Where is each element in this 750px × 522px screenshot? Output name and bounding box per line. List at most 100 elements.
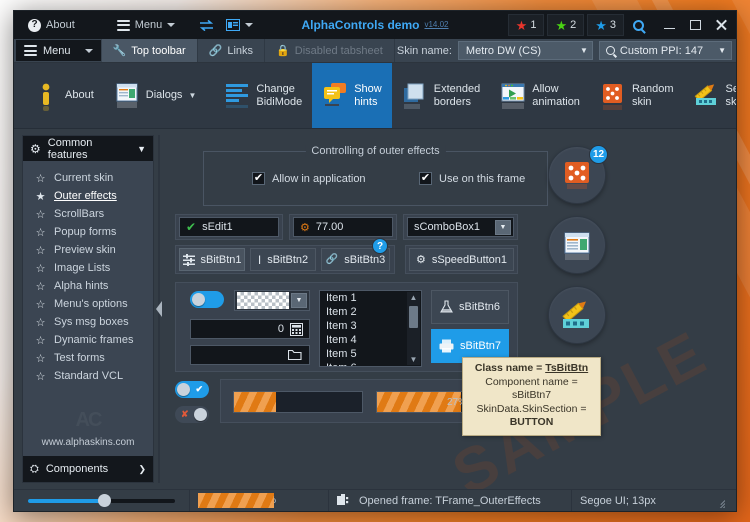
zoom-slider[interactable]	[28, 494, 175, 507]
ribbon-item-dialogs[interactable]: Dialogs ▼	[104, 63, 207, 128]
ribbon-item-select-skin[interactable]: Select skin	[684, 63, 736, 128]
chevron-down-icon: ▼	[580, 46, 588, 55]
titlebar-menu-button[interactable]: Menu	[109, 14, 184, 36]
list-item[interactable]: Item 3	[320, 319, 421, 333]
arrow-down-icon[interactable]: ▼	[410, 354, 418, 365]
star-button-red[interactable]: ★ 1	[507, 14, 545, 36]
color-combo[interactable]: ▼	[234, 290, 310, 311]
text-cursor-icon: I	[257, 252, 262, 267]
path-edit[interactable]	[190, 345, 310, 365]
folder-open-icon[interactable]	[288, 349, 303, 361]
custom-ppi-combo[interactable]: Custom PPI: 147 ▼	[598, 41, 732, 60]
sedit1-input[interactable]: ✔ sEdit1	[179, 217, 279, 237]
scrollbar-thumb[interactable]	[409, 306, 418, 328]
sidebar-item-dynamic-frames[interactable]: ☆ Dynamic frames	[23, 331, 153, 349]
checkbox-use-frame-label: Use on this frame	[439, 172, 526, 185]
sidebar-item-popup-forms[interactable]: ☆ Popup forms	[23, 223, 153, 241]
dialog-window-icon	[114, 82, 140, 110]
star-filled-icon: ★	[35, 190, 46, 203]
spin1-input[interactable]: ⚙ 77.00	[293, 217, 393, 237]
sidebar-item-alpha-hints[interactable]: ☆ Alpha hints	[23, 277, 153, 295]
maximize-button[interactable]	[682, 13, 708, 37]
chevron-down-icon[interactable]: ▼	[495, 219, 511, 235]
sidebar-item-image-lists[interactable]: ☆ Image Lists	[23, 259, 153, 277]
star-icon: ★	[515, 17, 528, 33]
tab-top-toolbar[interactable]: 🔧 Top toolbar	[101, 39, 198, 62]
circle-button-select-skin[interactable]	[548, 286, 606, 344]
number-edit[interactable]: 0	[190, 319, 310, 339]
toggle-knob	[192, 293, 205, 306]
custom-ppi-value: Custom PPI: 147	[619, 44, 704, 57]
hamburger-icon	[116, 19, 130, 31]
scombobox1[interactable]: sComboBox1 ▼	[407, 217, 514, 237]
checkbox-allow-in-application[interactable]: ✔ Allow in application	[252, 172, 366, 185]
sidebar-item-outer-effects[interactable]: ★ Outer effects	[23, 187, 153, 205]
app-title-text: AlphaControls demo	[301, 18, 420, 32]
slider-fill	[28, 498, 105, 503]
close-button[interactable]	[708, 13, 734, 37]
slider-handle[interactable]	[97, 494, 111, 507]
main-menu-button[interactable]: Menu	[16, 40, 101, 61]
tab-links[interactable]: 🔗 Links	[198, 39, 266, 62]
star-outline-icon: ☆	[35, 262, 46, 275]
calculator-icon[interactable]	[290, 322, 303, 336]
close-icon	[715, 19, 727, 31]
sidebar-item-standard-vcl[interactable]: ☆ Standard VCL	[23, 367, 153, 385]
list-item[interactable]: Item 5	[320, 347, 421, 361]
circle-button-random-skin[interactable]: 12	[548, 145, 608, 204]
sidebar-item-test-forms[interactable]: ☆ Test forms	[23, 349, 153, 367]
ribbon-item-bidimode-label: Change BidiMode	[256, 82, 303, 108]
about-button[interactable]: ? About	[20, 14, 83, 36]
sidebar-item-preview-skin[interactable]: ☆ Preview skin	[23, 241, 153, 259]
tooltip-class-key: Class name =	[474, 362, 546, 374]
sidebar-item-scrollbars[interactable]: ☆ ScrollBars	[23, 205, 153, 223]
sbitbtn2-button[interactable]: I sBitBtn2	[250, 248, 316, 271]
ribbon-item-about[interactable]: About	[23, 63, 104, 128]
list-item[interactable]: Item 6	[320, 361, 421, 366]
circle-button-dialogs[interactable]	[548, 216, 606, 274]
sidebar-item-menus-options[interactable]: ☆ Menu's options	[23, 295, 153, 313]
list-item[interactable]: Item 1	[320, 291, 421, 305]
arrow-up-icon[interactable]: ▲	[410, 292, 418, 303]
list-item[interactable]: Item 4	[320, 333, 421, 347]
sidebar-splitter[interactable]	[154, 129, 165, 489]
panel-dropdown-button[interactable]	[220, 14, 259, 36]
wrench-icon: 🔧	[112, 45, 127, 57]
ribbon-item-allow-animation[interactable]: Allow animation	[490, 63, 590, 128]
sbitbtn6-button[interactable]: sBitBtn6	[431, 290, 509, 324]
sidebar-header-common-features[interactable]: ⚙ Common features ▼	[23, 136, 153, 161]
spin1-value: 77.00	[315, 221, 344, 233]
switch-cross[interactable]: ✘	[175, 406, 209, 423]
sidebar-item-label: Menu's options	[54, 298, 128, 310]
resize-grip-icon[interactable]	[711, 494, 725, 508]
cross-icon: ✘	[181, 409, 189, 419]
listbox[interactable]: Item 1 Item 2 Item 3 Item 4 Item 5 Item …	[319, 290, 422, 367]
star-red-count: 1	[530, 19, 537, 31]
chevron-down-icon[interactable]: ▼	[291, 293, 307, 308]
tooltip-line-3: SkinData.SkinSection = BUTTON	[472, 403, 591, 430]
list-item[interactable]: Item 2	[320, 305, 421, 319]
checkbox-allow-label: Allow in application	[272, 172, 366, 185]
version-link[interactable]: v14.02	[424, 20, 448, 29]
sspeedbutton1-button[interactable]: ⚙ sSpeedButton1	[409, 248, 514, 271]
search-button[interactable]	[624, 13, 656, 37]
sidebar-item-label: Outer effects	[54, 190, 117, 202]
sidebar-item-sys-msg-boxes[interactable]: ☆ Sys msg boxes	[23, 313, 153, 331]
checkbox-use-on-this-frame[interactable]: ✔ Use on this frame	[419, 172, 525, 185]
ribbon-item-extended-borders[interactable]: Extended borders	[392, 63, 490, 128]
switch-check[interactable]: ✔	[175, 381, 209, 398]
sidebar-item-current-skin[interactable]: ☆ Current skin	[23, 169, 153, 187]
swap-button[interactable]	[193, 14, 220, 36]
ribbon-item-change-bidimode[interactable]: Change BidiMode	[214, 63, 312, 128]
sidebar-footer-components[interactable]: ⛭ Components ❯	[23, 456, 153, 482]
ribbon-item-show-hints[interactable]: Show hints	[312, 63, 392, 128]
skin-name-combo[interactable]: Metro DW (CS) ▼	[457, 41, 593, 60]
ribbon-item-random-skin[interactable]: Random skin	[590, 63, 684, 128]
sbitbtn1-button[interactable]: sBitBtn1	[179, 248, 245, 271]
star-button-blue[interactable]: ★ 3	[587, 14, 624, 36]
star-button-green[interactable]: ★ 2	[547, 14, 585, 36]
minimize-button[interactable]	[656, 13, 682, 37]
toggle-top-switch[interactable]	[190, 291, 224, 308]
listbox-scrollbar[interactable]: ▲ ▼	[407, 292, 420, 365]
status-font-text: Segoe UI; 13px	[580, 494, 656, 507]
